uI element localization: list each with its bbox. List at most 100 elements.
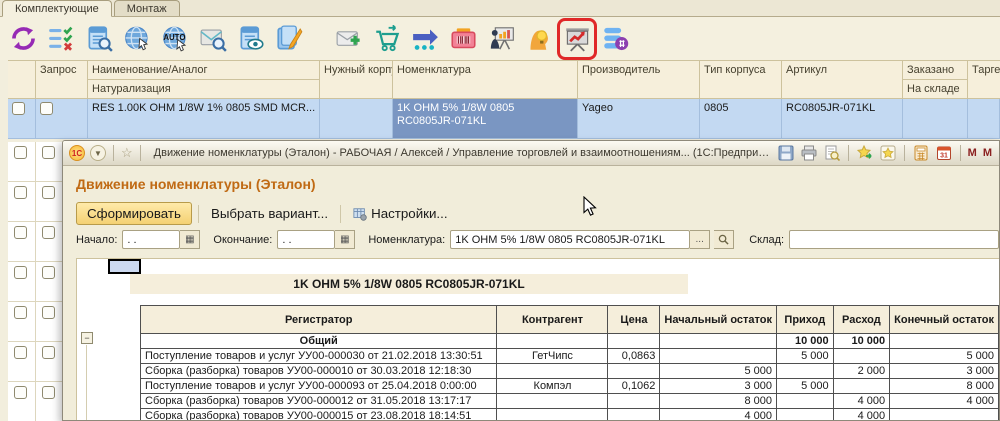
row-ordered-cell[interactable] xyxy=(903,99,968,139)
print-icon[interactable] xyxy=(800,144,818,162)
web-auto-search-icon[interactable]: AUTO xyxy=(160,23,190,55)
nomenclature-choose-button[interactable]: ... xyxy=(690,230,710,249)
cart-icon[interactable] xyxy=(372,23,402,55)
presentation-icon[interactable] xyxy=(486,23,516,55)
zapros-checkbox[interactable] xyxy=(42,226,55,239)
row-checkbox[interactable] xyxy=(12,102,25,115)
row-checkbox[interactable] xyxy=(14,306,27,319)
table-row[interactable]: RES 1.00K OHM 1/8W 1% 0805 SMD MCR... 1K… xyxy=(8,99,1000,139)
row-checkbox[interactable] xyxy=(14,146,27,159)
row-checkbox[interactable] xyxy=(14,346,27,359)
generate-button[interactable]: Сформировать xyxy=(76,202,192,225)
collapse-group-button[interactable]: − xyxy=(81,332,93,344)
print-preview-icon[interactable] xyxy=(823,144,841,162)
zapros-checkbox[interactable] xyxy=(42,146,55,159)
row-case-cell[interactable] xyxy=(320,99,393,139)
components-table: Запрос Наименование/АналогНатурализация … xyxy=(8,60,1000,139)
dialog-titlebar[interactable]: 1С ▼ ☆ Движение номенклатуры (Эталон) - … xyxy=(63,141,999,166)
end-calendar-button[interactable]: ▦ xyxy=(335,230,355,249)
filter-row: Начало: ▦ Окончание: ▦ Номенклатура: ...… xyxy=(76,230,999,249)
report-title: 1K OHM 5% 1/8W 0805 RC0805JR-071KL xyxy=(130,274,688,294)
chevron-down-icon[interactable]: ▼ xyxy=(90,145,106,161)
database-settings-icon[interactable] xyxy=(600,23,630,55)
save-icon[interactable] xyxy=(777,144,795,162)
table-row: Сборка (разборка) товаров УУ00-000010 от… xyxy=(141,364,999,379)
main-toolbar: AUTO xyxy=(0,17,1000,60)
dialog-body: Движение номенклатуры (Эталон) Сформиров… xyxy=(63,166,999,421)
report-area: 1K OHM 5% 1/8W 0805 RC0805JR-071KL − Рег… xyxy=(76,258,999,421)
row-article-cell[interactable]: RC0805JR-071KL xyxy=(782,99,903,139)
zapros-checkbox[interactable] xyxy=(42,346,55,359)
end-date-input[interactable] xyxy=(277,230,335,249)
start-calendar-button[interactable]: ▦ xyxy=(180,230,200,249)
header-target: Тарге xyxy=(968,60,1000,99)
table-row: Общий 10 000 10 000 xyxy=(141,334,999,349)
transfer-icon[interactable] xyxy=(410,23,440,55)
row-nomenclature-cell[interactable]: 1K OHM 5% 1/8W 0805RC0805JR-071KL xyxy=(393,99,578,139)
table-row: Сборка (разборка) товаров УУ00-000015 от… xyxy=(141,409,999,421)
header-manufacturer: Производитель xyxy=(578,60,700,99)
components-table-header: Запрос Наименование/АналогНатурализация … xyxy=(8,60,1000,99)
zapros-checkbox[interactable] xyxy=(42,186,55,199)
movement-report-dialog: 1С ▼ ☆ Движение номенклатуры (Эталон) - … xyxy=(62,140,1000,421)
idea-icon[interactable] xyxy=(524,23,554,55)
check-list-icon[interactable] xyxy=(46,23,76,55)
table-row: Поступление товаров и услуг УУ00-000093 … xyxy=(141,379,999,394)
header-case-type: Тип корпуса xyxy=(700,60,782,99)
svg-text:31: 31 xyxy=(940,153,948,160)
search-icon[interactable] xyxy=(714,230,734,249)
calendar-icon[interactable]: 31 xyxy=(935,144,953,162)
header-ordered: ЗаказаноНа складе xyxy=(903,60,968,99)
row-checkbox[interactable] xyxy=(14,386,27,399)
refresh-icon[interactable] xyxy=(8,23,38,55)
zapros-checkbox[interactable] xyxy=(42,266,55,279)
zapros-checkbox[interactable] xyxy=(42,386,55,399)
row-checkbox[interactable] xyxy=(14,186,27,199)
mouse-cursor xyxy=(583,196,597,217)
web-search-icon[interactable] xyxy=(122,23,152,55)
dialog-title: Движение номенклатуры (Эталон) - РАБОЧАЯ… xyxy=(148,147,772,159)
report-toolbar: Сформировать Выбрать вариант... Настройк… xyxy=(76,202,454,225)
document-edit-icon[interactable] xyxy=(274,23,304,55)
svg-text:AUTO: AUTO xyxy=(163,33,185,42)
group-line xyxy=(86,345,87,421)
row-target-cell[interactable] xyxy=(968,99,1000,139)
movement-chart-icon[interactable] xyxy=(562,23,592,55)
page-title: Движение номенклатуры (Эталон) xyxy=(76,176,316,192)
settings-grid-icon xyxy=(353,207,367,221)
favorites-add-icon[interactable] xyxy=(856,144,874,162)
start-date-input[interactable] xyxy=(122,230,180,249)
row-checkbox[interactable] xyxy=(14,266,27,279)
row-checkbox[interactable] xyxy=(14,226,27,239)
header-zapros: Запрос xyxy=(36,60,88,99)
barcode-icon[interactable] xyxy=(448,23,478,55)
row-select-cell xyxy=(8,99,36,139)
memory-m2-button[interactable]: M xyxy=(983,147,993,159)
favorites-icon[interactable] xyxy=(879,144,897,162)
zapros-checkbox[interactable] xyxy=(42,306,55,319)
tab-components[interactable]: Комплектующие xyxy=(2,0,112,17)
document-search-icon[interactable] xyxy=(84,23,114,55)
start-label: Начало: xyxy=(76,234,117,246)
zapros-checkbox[interactable] xyxy=(40,102,53,115)
tab-montage[interactable]: Монтаж xyxy=(114,0,180,16)
mail-add-icon[interactable] xyxy=(334,23,364,55)
warehouse-input[interactable] xyxy=(789,230,999,249)
table-row: Сборка (разборка) товаров УУ00-000012 от… xyxy=(141,394,999,409)
nomenclature-input[interactable] xyxy=(450,230,690,249)
settings-button[interactable]: Настройки... xyxy=(347,203,453,224)
nomenclature-label: Номенклатура: xyxy=(368,234,445,246)
row-manufacturer-cell[interactable]: Yageo xyxy=(578,99,700,139)
document-view-icon[interactable] xyxy=(236,23,266,55)
mail-search-icon[interactable] xyxy=(198,23,228,55)
star-icon[interactable]: ☆ xyxy=(121,145,133,161)
header-case: Нужный корпус xyxy=(320,60,393,99)
app-window: Комплектующие Монтаж AUTO Запрос Наимено… xyxy=(0,0,1000,421)
row-case-type-cell[interactable]: 0805 xyxy=(700,99,782,139)
selected-spreadsheet-cell[interactable] xyxy=(108,259,141,274)
memory-m1-button[interactable]: M xyxy=(968,147,978,159)
choose-variant-button[interactable]: Выбрать вариант... xyxy=(205,203,334,224)
calculator-icon[interactable] xyxy=(912,144,930,162)
row-name-cell[interactable]: RES 1.00K OHM 1/8W 1% 0805 SMD MCR... xyxy=(88,99,320,139)
movement-table: Регистратор Контрагент Цена Начальный ос… xyxy=(140,305,999,421)
